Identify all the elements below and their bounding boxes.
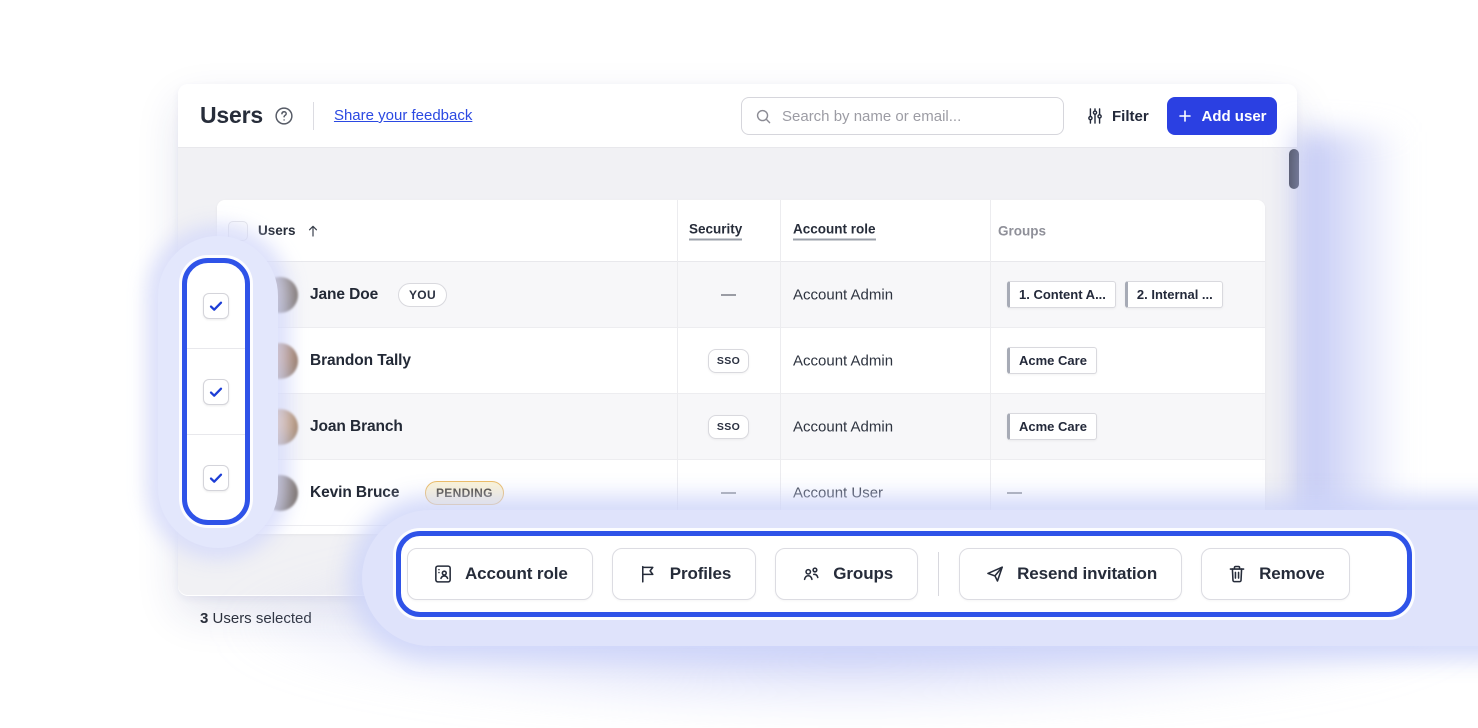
account-role-cell: Account User xyxy=(793,484,883,501)
check-icon xyxy=(208,384,224,400)
search-box xyxy=(741,97,1064,135)
row-checkbox-checked[interactable] xyxy=(203,465,229,491)
column-header-users[interactable]: Users xyxy=(258,223,321,239)
column-header-groups: Groups xyxy=(998,223,1046,238)
send-icon xyxy=(984,563,1006,585)
page: Users Share your feedback Filter Add use… xyxy=(0,0,1478,728)
table-header-row: Users Security Account role Groups xyxy=(217,200,1265,262)
sort-asc-icon xyxy=(305,223,321,239)
column-header-account-role[interactable]: Account role xyxy=(793,221,876,240)
table-row[interactable]: Jane Doe YOU — Account Admin 1. Content … xyxy=(217,262,1265,328)
people-icon xyxy=(800,563,822,585)
account-role-button[interactable]: Account role xyxy=(407,548,593,600)
user-name: Jane Doe xyxy=(310,286,378,304)
users-table: Users Security Account role Groups Jane … xyxy=(217,200,1265,534)
group-tag: Acme Care xyxy=(1007,347,1097,374)
groups-cell: Acme Care xyxy=(1007,328,1097,393)
window-header: Users Share your feedback Filter Add use… xyxy=(178,84,1297,148)
flag-icon xyxy=(637,563,659,585)
empty-value: — xyxy=(721,484,736,501)
actionbar-divider xyxy=(938,552,939,596)
search-icon xyxy=(754,107,773,126)
user-status-badge: PENDING xyxy=(425,481,504,505)
check-icon xyxy=(208,298,224,314)
sliders-icon xyxy=(1085,106,1105,126)
user-name: Joan Branch xyxy=(310,418,403,436)
group-tag: Acme Care xyxy=(1007,413,1097,440)
selected-checkboxes-callout xyxy=(182,258,250,525)
remove-button[interactable]: Remove xyxy=(1201,548,1350,600)
user-status-badge: YOU xyxy=(398,283,447,307)
groups-button[interactable]: Groups xyxy=(775,548,918,600)
bulk-action-bar: Account role Profiles Groups Resend invi… xyxy=(396,531,1412,617)
group-tag: 1. Content A... xyxy=(1007,281,1116,308)
sso-badge: SSO xyxy=(708,349,749,373)
selected-row-cell xyxy=(187,435,245,520)
id-card-icon xyxy=(432,563,454,585)
search-input[interactable] xyxy=(782,108,1051,125)
plus-icon xyxy=(1177,108,1193,124)
check-icon xyxy=(208,470,224,486)
row-checkbox-checked[interactable] xyxy=(203,379,229,405)
account-role-cell: Account Admin xyxy=(793,286,893,303)
user-name: Brandon Tally xyxy=(310,352,411,370)
column-divider xyxy=(990,200,991,534)
table-body: Jane Doe YOU — Account Admin 1. Content … xyxy=(217,262,1265,526)
share-feedback-link[interactable]: Share your feedback xyxy=(334,107,472,124)
table-row[interactable]: Brandon Tally SSO Account Admin Acme Car… xyxy=(217,328,1265,394)
security-cell: SSO xyxy=(677,394,780,459)
column-divider xyxy=(677,200,678,534)
account-role-cell: Account Admin xyxy=(793,418,893,435)
filter-button[interactable]: Filter xyxy=(1085,100,1149,132)
security-cell: SSO xyxy=(677,328,780,393)
column-divider xyxy=(780,200,781,534)
groups-cell: 1. Content A... 2. Internal ... xyxy=(1007,262,1223,327)
security-cell: — xyxy=(677,262,780,327)
empty-value: — xyxy=(721,286,736,303)
selected-row-cell xyxy=(187,263,245,349)
resend-invitation-button[interactable]: Resend invitation xyxy=(959,548,1182,600)
account-role-cell: Account Admin xyxy=(793,352,893,369)
trash-icon xyxy=(1226,563,1248,585)
question-icon[interactable] xyxy=(273,105,295,127)
page-title: Users xyxy=(200,102,263,129)
sso-badge: SSO xyxy=(708,415,749,439)
groups-cell: Acme Care xyxy=(1007,394,1097,459)
table-row[interactable]: Joan Branch SSO Account Admin Acme Care xyxy=(217,394,1265,460)
empty-value: — xyxy=(1007,484,1022,501)
add-user-button[interactable]: Add user xyxy=(1167,97,1277,135)
user-name: Kevin Bruce xyxy=(310,484,399,502)
profiles-button[interactable]: Profiles xyxy=(612,548,757,600)
column-header-security[interactable]: Security xyxy=(689,221,742,240)
row-checkbox-checked[interactable] xyxy=(203,293,229,319)
group-tag: 2. Internal ... xyxy=(1125,281,1223,308)
selected-row-cell xyxy=(187,349,245,435)
header-divider xyxy=(313,102,314,130)
